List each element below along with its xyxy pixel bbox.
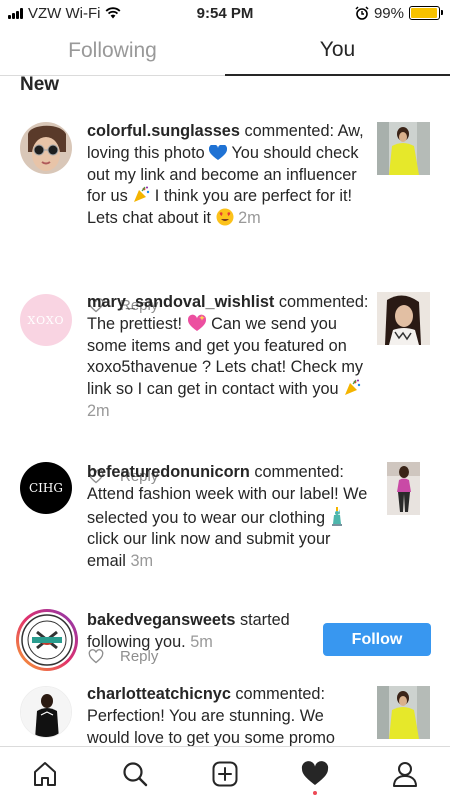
username-link[interactable]: bakedvegansweets xyxy=(87,611,235,629)
carrier-label: VZW Wi-Fi xyxy=(28,4,101,22)
new-post-icon xyxy=(212,761,238,786)
timestamp: 2m xyxy=(238,209,261,228)
notification-text: befeaturedonunicorn commented: Attend fa… xyxy=(87,463,368,571)
follow-button[interactable]: Follow xyxy=(323,623,431,656)
profile-icon xyxy=(393,761,417,787)
blue-heart-emoji-icon xyxy=(209,144,228,160)
nav-new-post[interactable] xyxy=(203,752,247,796)
activity-feed[interactable]: New colorful.sunglasses commented: Aw, l… xyxy=(0,76,450,746)
post-thumbnail[interactable] xyxy=(377,122,430,175)
battery-icon xyxy=(409,6,443,20)
timestamp: 5m xyxy=(190,632,213,651)
timestamp: 3m xyxy=(130,552,154,571)
status-bar: VZW Wi-Fi 9:54 PM 99% xyxy=(0,0,450,26)
bakery-logo-icon xyxy=(21,614,73,666)
party-popper-emoji-icon xyxy=(345,379,361,396)
home-icon xyxy=(34,761,56,786)
notification-text: charlotteatchicnyc commented: Perfection… xyxy=(87,685,335,746)
heart-eyes-emoji-icon xyxy=(216,208,234,226)
nav-home[interactable] xyxy=(23,752,67,796)
nav-search[interactable] xyxy=(113,752,157,796)
party-popper-emoji-icon xyxy=(134,186,150,203)
avatar[interactable] xyxy=(20,122,72,174)
signal-icon xyxy=(8,7,23,19)
tab-following[interactable]: Following xyxy=(0,26,225,76)
section-title-new: New xyxy=(20,76,60,95)
search-icon xyxy=(123,761,148,786)
timestamp: 2m xyxy=(87,401,110,420)
username-link[interactable]: mary_sandoval_wishlist xyxy=(87,293,274,311)
nav-profile[interactable] xyxy=(383,752,427,796)
statue-of-liberty-emoji-icon xyxy=(331,506,342,526)
avatar[interactable] xyxy=(20,686,72,738)
bottom-nav xyxy=(0,746,450,800)
notification-dot xyxy=(313,790,317,795)
nav-activity[interactable] xyxy=(293,752,337,796)
username-link[interactable]: befeaturedonunicorn xyxy=(87,463,250,481)
post-thumbnail[interactable] xyxy=(377,686,430,739)
activity-heart-icon xyxy=(301,760,329,785)
alarm-icon xyxy=(355,6,369,20)
avatar[interactable]: XOXO xyxy=(20,294,72,346)
wifi-icon xyxy=(106,7,121,19)
notification-text: mary_sandoval_wishlist commented: The pr… xyxy=(87,293,369,420)
battery-percent: 99% xyxy=(373,4,404,22)
tab-you[interactable]: You xyxy=(225,26,450,76)
post-thumbnail[interactable] xyxy=(387,462,420,515)
notification-text: colorful.sunglasses commented: Aw, lovin… xyxy=(87,122,364,228)
avatar[interactable]: CIHG xyxy=(20,462,72,514)
post-thumbnail[interactable] xyxy=(377,292,430,345)
sparkling-heart-emoji-icon xyxy=(187,314,206,331)
notification-text: bakedvegansweets started following you. … xyxy=(87,611,290,651)
username-link[interactable]: colorful.sunglasses xyxy=(87,122,240,140)
avatar-story-ring[interactable] xyxy=(16,609,78,671)
username-link[interactable]: charlotteatchicnyc xyxy=(87,685,231,703)
activity-tabs: Following You xyxy=(0,26,450,76)
